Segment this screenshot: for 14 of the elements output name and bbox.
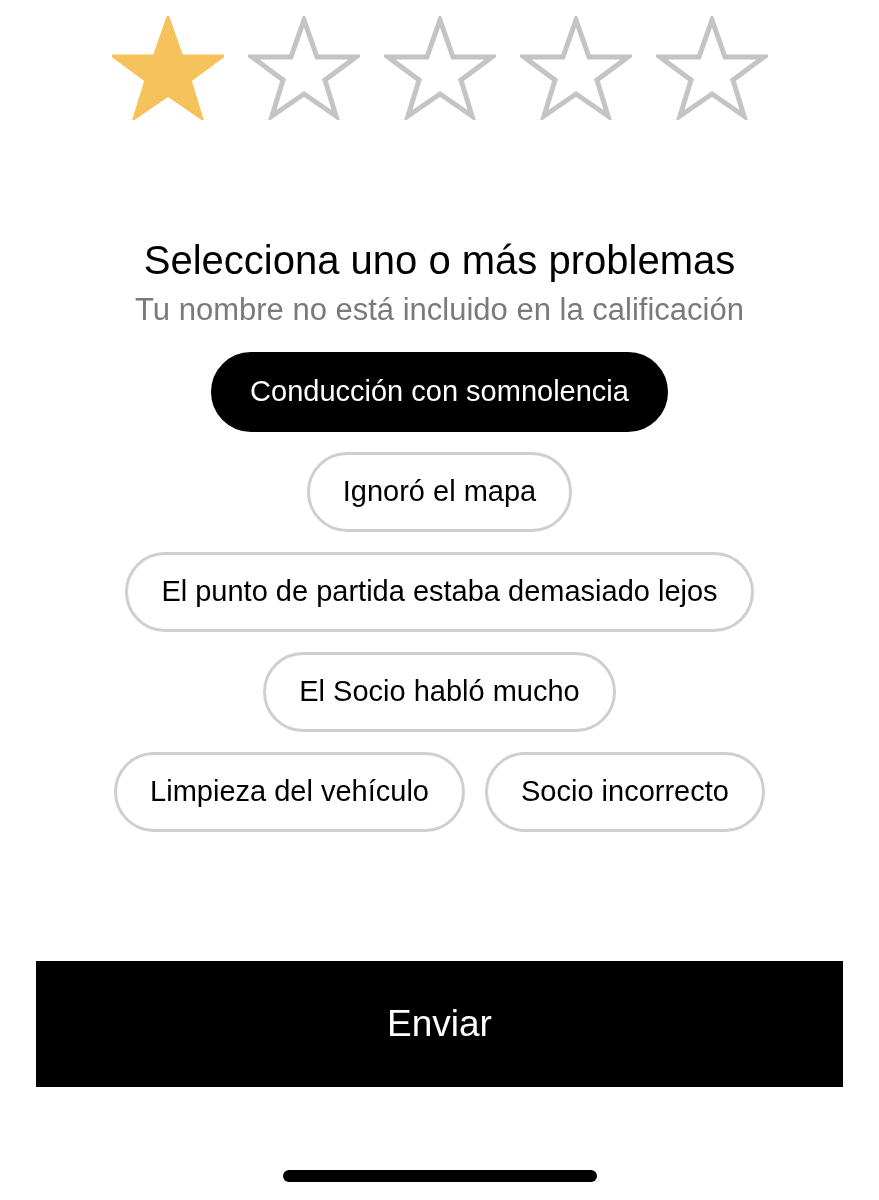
star-icon[interactable] bbox=[655, 16, 768, 120]
star-icon[interactable] bbox=[519, 16, 632, 120]
issue-chip[interactable]: Limpieza del vehículo bbox=[114, 752, 465, 832]
issue-chip[interactable]: Socio incorrecto bbox=[484, 752, 765, 832]
subtitle: Tu nombre no está incluido en la calificación bbox=[134, 291, 745, 329]
star-icon[interactable] bbox=[383, 16, 496, 120]
issue-chip[interactable]: El Socio habló mucho bbox=[263, 652, 616, 732]
issue-chip[interactable]: Conducción con somnolencia bbox=[211, 352, 668, 432]
star-icon[interactable] bbox=[247, 16, 360, 120]
issue-chip[interactable]: El punto de partida estaba demasiado lejos bbox=[125, 552, 754, 632]
submit-button[interactable]: Enviar bbox=[36, 961, 843, 1087]
title: Selecciona uno o más problemas bbox=[142, 237, 737, 284]
issue-chip[interactable]: Ignoró el mapa bbox=[306, 452, 573, 532]
star-icon[interactable] bbox=[111, 16, 224, 120]
